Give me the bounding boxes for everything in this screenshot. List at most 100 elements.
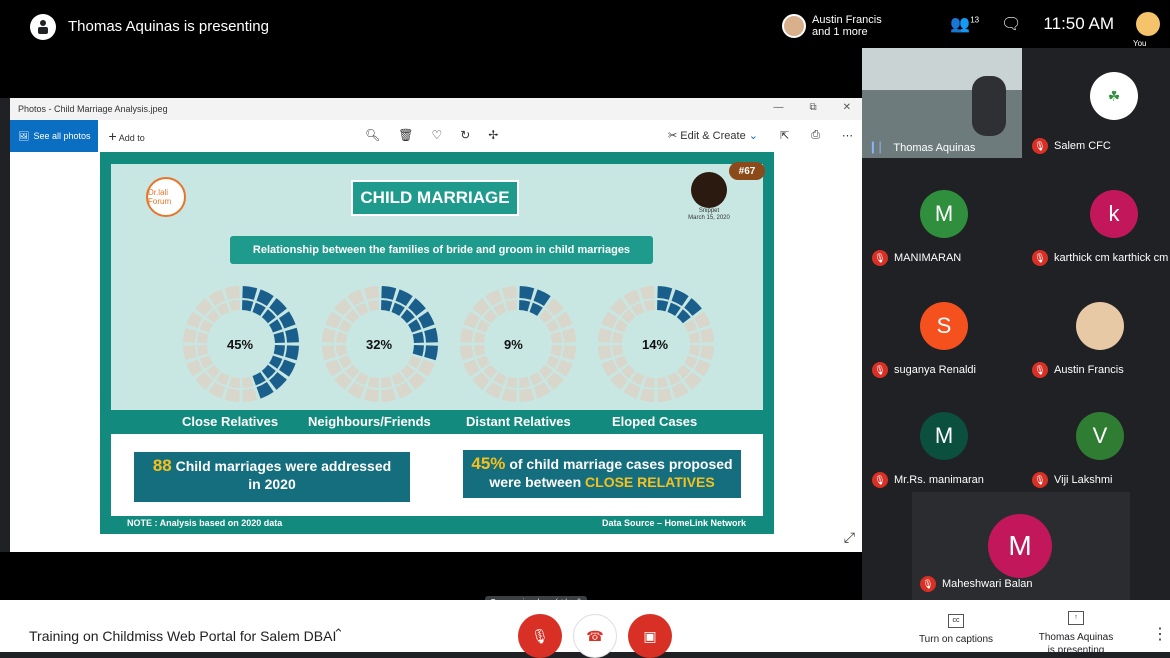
mic-off-icon: 🎙︎ xyxy=(872,250,888,266)
donut-segment-empty xyxy=(208,289,226,306)
you-label: You xyxy=(1133,39,1147,48)
donut-segment-empty xyxy=(562,327,576,343)
donut-segment-filled xyxy=(252,372,266,386)
donut-segment-empty xyxy=(684,355,698,369)
donut-segment-filled xyxy=(418,311,435,329)
donut-segment-empty xyxy=(197,331,209,343)
crop-icon[interactable]: ✢ xyxy=(488,128,498,142)
donut-segment-filled xyxy=(529,302,543,316)
minimize-icon[interactable]: — xyxy=(773,102,783,113)
expand-icon[interactable]: ⤢ xyxy=(844,529,855,546)
donut-segment-empty xyxy=(529,372,543,386)
participant-tile[interactable]: V 🎙︎ Viji Lakshmi xyxy=(1022,382,1170,492)
zoom-icon[interactable]: 🔍︎ xyxy=(365,128,380,142)
captions-button[interactable]: cc Turn on captions xyxy=(916,614,996,645)
participant-tile[interactable]: k 🎙︎ karthick cm karthick cm xyxy=(1022,160,1170,270)
screen-share-lower-band xyxy=(0,552,862,600)
slide-number-badge: #67 xyxy=(729,162,765,180)
donut-segment-filled xyxy=(657,286,673,300)
slide-source: Data Source – HomeLink Network xyxy=(601,518,746,528)
presentation-icon xyxy=(30,14,56,40)
edit-create-button[interactable]: ✂ Edit & Create ⌄ xyxy=(668,129,758,142)
donut-segment-empty xyxy=(657,376,669,388)
presenting-button[interactable]: ↑ Thomas Aquinas is presenting xyxy=(1036,610,1116,657)
donut-segment-filled xyxy=(252,302,266,316)
donut-segment-empty xyxy=(418,359,435,377)
donut-segment-filled xyxy=(273,345,285,357)
donut-segment-empty xyxy=(612,345,624,357)
rotate-icon[interactable]: ↻ xyxy=(460,128,470,142)
participant-tile[interactable]: M 🎙︎ MANIMARAN xyxy=(862,160,1016,270)
donut-segment-empty xyxy=(556,359,573,377)
participant-tile[interactable]: S 🎙︎ suganya Renaldi xyxy=(862,272,1016,382)
donut-segment-filled xyxy=(408,319,422,333)
donut-segment-empty xyxy=(224,388,240,402)
donut-segment-empty xyxy=(186,359,203,377)
self-avatar[interactable]: You xyxy=(1133,12,1160,48)
top-bar: Thomas Aquinas is presenting Austin Fran… xyxy=(0,0,1170,48)
donut-segment-empty xyxy=(460,327,474,343)
delete-icon[interactable]: 🗑︎ xyxy=(398,128,413,142)
date-logo: Snippet March 15, 2020 xyxy=(681,172,737,224)
donut-segment-empty xyxy=(355,302,369,316)
speaker-more: and 1 more xyxy=(812,26,868,38)
donut-segment-empty xyxy=(694,311,711,329)
see-all-label: See all photos xyxy=(33,131,91,141)
people-icon[interactable]: 👥13 xyxy=(950,14,979,34)
photos-icon: 🖼 xyxy=(18,130,30,141)
slide-image: Dr.lali Forum CHILD MARRIAGE Snippet Marc… xyxy=(100,152,774,534)
donut-segment-empty xyxy=(688,331,700,343)
camera-button[interactable]: ▣ xyxy=(628,614,672,658)
slide-stats-panel: 88 Child marriages were addressed in 2020… xyxy=(111,434,763,516)
donut-segment-filled xyxy=(242,286,258,300)
donut-segment-filled xyxy=(269,355,283,369)
mic-off-icon: 🎙︎ xyxy=(531,627,549,644)
donut-segment-empty xyxy=(367,376,379,388)
participant-tile[interactable]: ▎▏ Thomas Aquinas xyxy=(862,48,1022,158)
close-icon[interactable]: ✕ xyxy=(843,102,851,113)
avatar: S xyxy=(920,302,968,350)
add-to-label: Add to xyxy=(118,133,145,143)
donut-segment-empty xyxy=(395,382,413,399)
donut-segment-empty xyxy=(199,319,213,333)
add-to-button[interactable]: + Add to xyxy=(108,128,144,144)
donut-segment-empty xyxy=(336,345,348,357)
stat-box-close-relatives: 45% of child marriage cases proposed were… xyxy=(463,450,741,498)
donut-value-label: 32% xyxy=(366,337,393,352)
donut-segment-empty xyxy=(224,286,240,300)
see-all-photos-button[interactable]: 🖼 See all photos xyxy=(10,120,99,152)
donut-segment-empty xyxy=(183,345,197,361)
donut-segment-filled xyxy=(391,302,405,316)
chevron-up-icon[interactable]: ⌃ xyxy=(333,626,344,642)
donut-segment-empty xyxy=(556,311,573,329)
favorite-icon[interactable]: ♡ xyxy=(431,128,442,142)
chat-icon[interactable]: 🗨 xyxy=(1001,14,1021,34)
leave-call-button[interactable]: ☎︎ xyxy=(573,614,617,658)
speaking-icon: ▎▏ xyxy=(872,142,888,154)
donut-segment-empty xyxy=(519,388,535,402)
donut-segment-filled xyxy=(256,382,274,399)
participant-tile[interactable]: M 🎙︎ Maheshwari Balan xyxy=(912,492,1130,600)
photos-toolbar: 🖼 See all photos + Add to 🔍︎ 🗑︎ ♡ ↻ ✢ ✂ … xyxy=(10,120,863,152)
donut-segment-empty xyxy=(381,376,393,388)
more-options-icon[interactable]: ⋮ xyxy=(1152,624,1168,644)
participant-tile[interactable]: ☘ 🎙︎ Salem CFC xyxy=(1022,48,1170,158)
donut-segment-empty xyxy=(183,327,197,343)
share-icon[interactable]: ⇱ xyxy=(780,129,789,142)
mic-off-icon: 🎙︎ xyxy=(1032,472,1048,488)
donut-segment-empty xyxy=(519,376,531,388)
participant-tile[interactable]: 🎙︎ Austin Francis xyxy=(1022,272,1170,382)
slide-subtitle: Relationship between the families of bri… xyxy=(230,236,653,264)
participant-tile[interactable]: M 🎙︎ Mr.Rs. manimaran xyxy=(862,382,1016,492)
donut-segment-empty xyxy=(476,319,490,333)
maximize-icon[interactable]: ⧉ xyxy=(809,102,816,113)
microphone-button[interactable]: 🎙︎ xyxy=(518,614,562,658)
donut-segment-empty xyxy=(643,300,655,312)
more-icon[interactable]: ⋯ xyxy=(842,129,853,142)
donut-segment-empty xyxy=(614,355,628,369)
print-icon[interactable]: ⎙ xyxy=(811,129,820,142)
donut-segment-empty xyxy=(322,327,336,343)
salem-cfc-logo: ☘ xyxy=(1090,72,1138,120)
donut-segment-empty xyxy=(598,345,612,361)
speaker-name: Austin Francis xyxy=(812,14,882,26)
